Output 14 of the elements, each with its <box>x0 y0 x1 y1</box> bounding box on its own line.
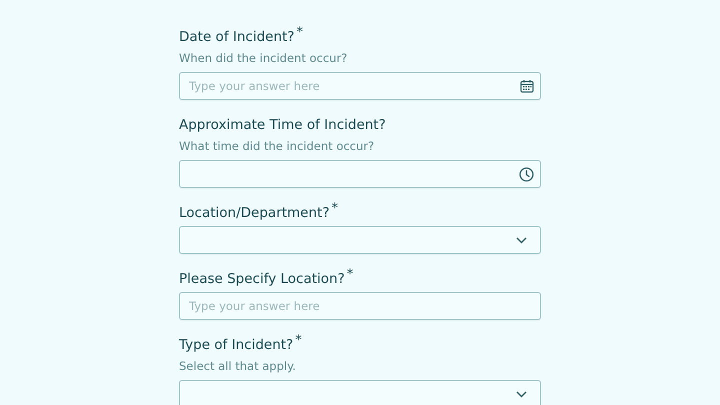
date-field[interactable]: Type your answer here <box>179 72 541 100</box>
question-description: When did the incident occur? <box>179 50 348 66</box>
input-field[interactable]: Type your answer here <box>179 292 541 320</box>
question-description: What time did the incident occur? <box>179 138 376 154</box>
required-mark: * <box>295 335 302 347</box>
question-description: Select all that apply. <box>179 358 297 374</box>
question-label: Approximate Time of Incident? <box>179 116 386 135</box>
question-label: Date of Incident? <box>179 28 294 47</box>
required-mark: * <box>346 269 354 281</box>
required-mark: * <box>332 203 338 215</box>
required-mark: * <box>296 27 303 39</box>
question-label: Type of Incident? <box>179 336 294 355</box>
question-label: Please Specify Location? <box>179 270 345 289</box>
question-label: Location/Department? <box>179 204 330 223</box>
